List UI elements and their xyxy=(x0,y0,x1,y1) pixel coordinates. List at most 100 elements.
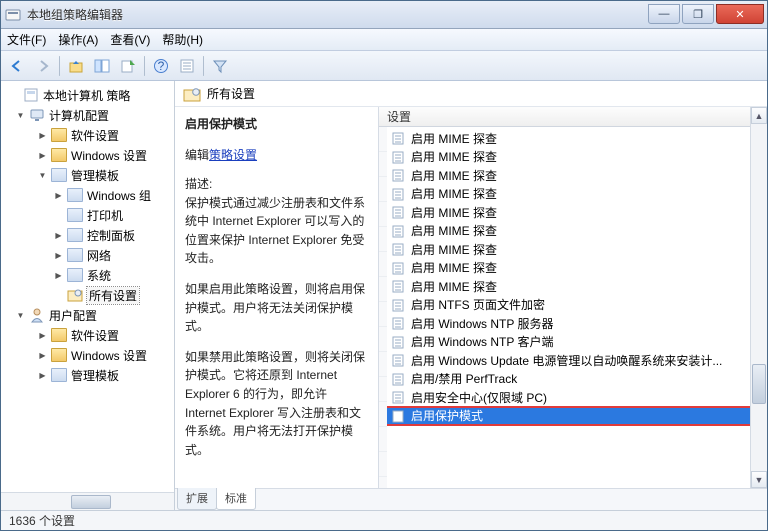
setting-label: 启用 MIME 探查 xyxy=(411,148,497,165)
scroll-down-button[interactable]: ▼ xyxy=(751,471,767,488)
edit-policy-link[interactable]: 策略设置 xyxy=(209,148,257,162)
tree-user-software[interactable]: 软件设置 xyxy=(5,325,174,345)
menu-view[interactable]: 查看(V) xyxy=(110,31,150,48)
setting-icon xyxy=(391,186,407,202)
tab-extended[interactable]: 扩展 xyxy=(177,488,217,510)
settings-list: 设置 启用 MIME 探查启用 MIME 探查启用 MIME 探查启用 MIME… xyxy=(379,107,767,488)
all-settings-icon xyxy=(183,85,201,103)
setting-icon xyxy=(391,389,407,405)
separator xyxy=(203,56,204,76)
setting-row[interactable]: 启用 NTFS 页面文件加密 xyxy=(379,296,767,315)
folder-icon xyxy=(51,168,67,182)
setting-row[interactable]: 启用 Windows Update 电源管理以自动唤醒系统来安装计... xyxy=(379,351,767,370)
setting-row[interactable]: 启用 MIME 探查 xyxy=(379,240,767,259)
setting-icon xyxy=(391,130,407,146)
setting-row[interactable]: 启用 Windows NTP 客户端 xyxy=(379,333,767,352)
column-header-setting[interactable]: 设置 xyxy=(379,107,767,127)
tree-all-settings[interactable]: 所有设置 xyxy=(5,285,174,305)
close-button[interactable]: ✕ xyxy=(716,4,764,24)
description-text: 如果启用此策略设置，则将启用保护模式。用户将无法关闭保护模式。 xyxy=(185,280,368,336)
scroll-up-button[interactable]: ▲ xyxy=(751,107,767,124)
tab-standard[interactable]: 标准 xyxy=(216,488,256,510)
scrollbar-thumb[interactable] xyxy=(752,364,766,404)
tree-network[interactable]: 网络 xyxy=(5,245,174,265)
tree-windows-settings[interactable]: Windows 设置 xyxy=(5,145,174,165)
folder-icon xyxy=(67,188,83,202)
description-panel: 启用保护模式 编辑策略设置 描述: 保护模式通过减少注册表和文件系统中 Inte… xyxy=(175,107,379,488)
setting-label: 启用 Windows NTP 客户端 xyxy=(411,333,553,350)
setting-label: 启用 MIME 探查 xyxy=(411,185,497,202)
back-button[interactable] xyxy=(5,54,29,78)
setting-icon xyxy=(391,260,407,276)
properties-button[interactable] xyxy=(175,54,199,78)
folder-icon xyxy=(67,208,83,222)
all-settings-icon xyxy=(67,287,83,303)
help-button[interactable]: ? xyxy=(149,54,173,78)
menu-action[interactable]: 操作(A) xyxy=(58,31,98,48)
setting-row-selected[interactable]: 启用保护模式 xyxy=(379,407,767,426)
tree-software-settings[interactable]: 软件设置 xyxy=(5,125,174,145)
setting-icon xyxy=(391,278,407,294)
setting-icon xyxy=(391,352,407,368)
menu-help[interactable]: 帮助(H) xyxy=(162,31,203,48)
setting-icon xyxy=(391,297,407,313)
setting-row[interactable]: 启用 MIME 探查 xyxy=(379,222,767,241)
setting-label: 启用 Windows Update 电源管理以自动唤醒系统来安装计... xyxy=(411,352,722,369)
mmc-icon xyxy=(5,7,21,23)
setting-label: 启用保护模式 xyxy=(411,407,483,424)
folder-icon xyxy=(51,348,67,362)
setting-row[interactable]: 启用 MIME 探查 xyxy=(379,148,767,167)
tree-user-windows[interactable]: Windows 设置 xyxy=(5,345,174,365)
setting-label: 启用 MIME 探查 xyxy=(411,130,497,147)
setting-icon xyxy=(391,408,407,424)
folder-icon xyxy=(67,248,83,262)
export-button[interactable] xyxy=(116,54,140,78)
setting-row[interactable]: 启用 MIME 探查 xyxy=(379,185,767,204)
maximize-button[interactable]: ❐ xyxy=(682,4,714,24)
setting-label: 启用/禁用 PerfTrack xyxy=(411,370,517,387)
minimize-button[interactable]: — xyxy=(648,4,680,24)
tree[interactable]: 本地计算机 策略 计算机配置 软件设置 Windows 设置 管理模板 Wind… xyxy=(1,81,174,492)
setting-row[interactable]: 启用安全中心(仅限域 PC) xyxy=(379,388,767,407)
pane-title: 所有设置 xyxy=(207,85,255,102)
show-hide-tree-button[interactable] xyxy=(90,54,114,78)
setting-icon xyxy=(391,223,407,239)
tree-user-templates[interactable]: 管理模板 xyxy=(5,365,174,385)
policy-icon xyxy=(23,87,39,103)
menu-file[interactable]: 文件(F) xyxy=(7,31,46,48)
title-bar: 本地组策略编辑器 — ❐ ✕ xyxy=(1,1,767,29)
tree-printers[interactable]: 打印机 xyxy=(5,205,174,225)
setting-row[interactable]: 启用 MIME 探查 xyxy=(379,259,767,278)
vertical-scrollbar[interactable]: ▲ ▼ xyxy=(750,107,767,488)
filter-button[interactable] xyxy=(208,54,232,78)
setting-icon xyxy=(391,241,407,257)
setting-icon xyxy=(391,167,407,183)
setting-icon xyxy=(391,204,407,220)
tree-system[interactable]: 系统 xyxy=(5,265,174,285)
separator xyxy=(59,56,60,76)
setting-label: 启用 MIME 探查 xyxy=(411,167,497,184)
menu-bar: 文件(F) 操作(A) 查看(V) 帮助(H) xyxy=(1,29,767,51)
folder-icon xyxy=(51,148,67,162)
up-button[interactable] xyxy=(64,54,88,78)
user-icon xyxy=(29,307,45,323)
setting-label: 启用 Windows NTP 服务器 xyxy=(411,315,553,332)
tree-windows-components[interactable]: Windows 组 xyxy=(5,185,174,205)
setting-row[interactable]: 启用 MIME 探查 xyxy=(379,203,767,222)
folder-icon xyxy=(51,128,67,142)
tree-user-config[interactable]: 用户配置 xyxy=(5,305,174,325)
tree-admin-templates[interactable]: 管理模板 xyxy=(5,165,174,185)
tree-root[interactable]: 本地计算机 策略 xyxy=(5,85,174,105)
setting-row[interactable]: 启用 MIME 探查 xyxy=(379,129,767,148)
tree-horizontal-scrollbar[interactable] xyxy=(1,492,174,510)
setting-row[interactable]: 启用 MIME 探查 xyxy=(379,277,767,296)
tree-computer-config[interactable]: 计算机配置 xyxy=(5,105,174,125)
folder-icon xyxy=(51,368,67,382)
setting-row[interactable]: 启用 MIME 探查 xyxy=(379,166,767,185)
tree-control-panel[interactable]: 控制面板 xyxy=(5,225,174,245)
setting-row[interactable]: 启用 Windows NTP 服务器 xyxy=(379,314,767,333)
svg-text:?: ? xyxy=(158,59,165,73)
setting-row[interactable]: 启用/禁用 PerfTrack xyxy=(379,370,767,389)
forward-button[interactable] xyxy=(31,54,55,78)
setting-label: 启用 MIME 探查 xyxy=(411,241,497,258)
